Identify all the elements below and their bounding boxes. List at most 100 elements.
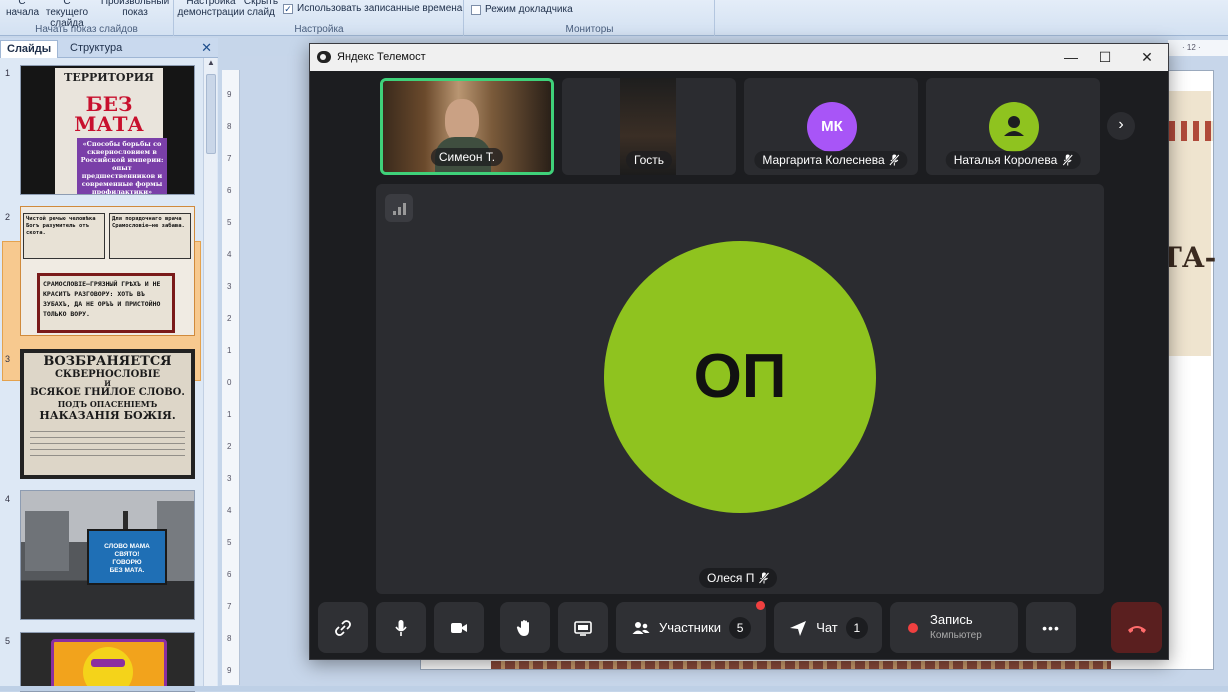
chevron-right-icon[interactable]: › — [1107, 112, 1135, 140]
participant-tile-margarita[interactable]: МК Маргарита Колеснева — [744, 78, 918, 175]
copy-link-button[interactable] — [318, 602, 368, 653]
tab-outline[interactable]: Структура — [64, 40, 128, 58]
ribbon-group-label: Настройка — [294, 24, 344, 35]
ruler-mark: 4 — [227, 250, 232, 259]
checkbox-checked-icon: ✓ — [283, 3, 293, 14]
slide-3-line-3: И — [104, 379, 111, 388]
presenter-mode-checkbox[interactable]: Режим докладчика — [471, 4, 573, 15]
scroll-thumb[interactable] — [206, 74, 216, 154]
avatar: МК — [807, 102, 857, 152]
participant-name: Гость — [625, 151, 673, 169]
minimize-icon[interactable]: — — [1056, 47, 1086, 67]
from-start-button[interactable]: С начала — [6, 0, 39, 18]
user-icon — [1004, 116, 1024, 136]
vertical-ruler: 9 8 7 6 5 4 3 2 1 0 1 2 3 4 5 6 7 8 9 — [222, 70, 240, 685]
scroll-up-icon[interactable]: ▲ — [204, 58, 218, 72]
slide-thumb-2[interactable]: Чистой речью человѣка Богъ разумитель от… — [20, 206, 195, 336]
ruler-mark: 8 — [227, 634, 232, 643]
slide-3-line-4: ВСЯКОЕ ГНИЛОЕ СЛОВО. — [30, 387, 185, 398]
ruler-mark: 3 — [227, 474, 232, 483]
panel-tabs: Слайды Структура ✕ — [0, 38, 218, 58]
telemost-window: Яндекс Телемост — ☐ ✕ Симеон Т. Гость МК… — [309, 43, 1169, 660]
billboard-text-4: БЕЗ МАТА. — [109, 567, 145, 574]
tab-slides[interactable]: Слайды — [0, 40, 59, 58]
ruler-mark: 7 — [227, 602, 232, 611]
participant-tile-natalia[interactable]: Наталья Королева — [926, 78, 1100, 175]
record-dot-icon — [908, 622, 918, 633]
microphone-button[interactable] — [376, 602, 426, 653]
participant-name: Наталья Королева — [945, 151, 1081, 169]
participant-name: Маргарита Колеснева — [754, 151, 908, 169]
mic-off-icon — [1061, 154, 1073, 166]
chat-label: Чат — [816, 620, 838, 635]
ruler-mark: 8 — [227, 122, 232, 131]
participants-button[interactable]: Участники 5 — [616, 601, 766, 653]
ruler-mark: 3 — [227, 282, 232, 291]
slide-2-text-a: Чистой речью человѣка Богъ разумитель от… — [23, 213, 105, 259]
ruler-mark: 5 — [227, 218, 232, 227]
window-title: Яндекс Телемост — [337, 51, 426, 63]
record-label: Запись — [930, 611, 973, 627]
avatar — [989, 102, 1039, 152]
slide-number: 5 — [5, 636, 11, 646]
link-icon — [335, 619, 351, 636]
panel-scrollbar[interactable]: ▲ — [203, 58, 217, 691]
slide-thumb-5[interactable] — [20, 632, 195, 692]
participant-name-text: Симеон Т. — [438, 150, 496, 164]
use-timings-checkbox[interactable]: ✓ Использовать записанные времена — [283, 3, 462, 14]
speaker-view: ОП Олеся П — [376, 184, 1104, 594]
poster-title: ТЕРРИТОРИЯ — [64, 71, 154, 84]
slide-3-line-5: ПОДЪ ОПАСЕНІЕМЪ — [57, 399, 158, 409]
status-bar — [0, 686, 1228, 691]
microphone-icon — [395, 619, 407, 636]
slide-1-caption: «Способы борьбы со сквернословием в Росс… — [77, 138, 167, 194]
participant-tile-simeon[interactable]: Симеон Т. — [380, 78, 554, 175]
ruler-mark: 7 — [227, 154, 232, 163]
billboard: СЛОВО МАМА СВЯТО! ГОВОРЮ БЕЗ МАТА. — [87, 529, 167, 585]
ruler-mark: 9 — [227, 666, 232, 675]
slide-2-text-b: Для порядочнаго врача Срамословіе—не заб… — [109, 213, 191, 259]
mic-off-icon — [759, 572, 770, 584]
close-icon[interactable]: ✕ — [1132, 47, 1162, 67]
chat-button[interactable]: Чат 1 — [774, 602, 882, 653]
raise-hand-button[interactable] — [500, 602, 550, 653]
speaker-name-badge: Олеся П — [699, 568, 778, 588]
ribbon-group-label: Начать показ слайдов — [35, 24, 138, 35]
slide-thumb-1[interactable]: ТЕРРИТОРИЯ БЕЗ МАТА «Способы борьбы со с… — [20, 65, 195, 195]
billboard-text-1: СЛОВО МАМА — [104, 543, 150, 550]
slide-image-text: ТА- — [1161, 241, 1217, 274]
ribbon-group-monitors: Режим докладчика Мониторы — [465, 0, 715, 36]
ruler-mark: 9 — [227, 90, 232, 99]
participants-label: Участники — [658, 620, 722, 635]
ruler-mark: 6 — [227, 570, 232, 579]
participant-tile-guest[interactable]: Гость — [562, 78, 736, 175]
slide-5-glasses — [91, 659, 125, 667]
hang-up-button[interactable] — [1111, 602, 1162, 653]
participant-name-text: Гость — [633, 153, 665, 167]
record-button[interactable]: Запись Компьютер — [890, 602, 1018, 653]
building-left — [25, 511, 69, 571]
speaker-name: Олеся П — [707, 571, 755, 585]
participants-icon — [632, 621, 650, 634]
custom-show-button[interactable]: Произвольный показ — [98, 0, 172, 18]
maximize-icon[interactable]: ☐ — [1090, 47, 1120, 67]
slide-2-text-c: СРАМОСЛОВІЕ—ГРЯЗНЫЙ ГРѢХЪ И НЕ КРАСИТЪ Р… — [37, 273, 175, 333]
slide-thumb-3[interactable]: ВОЗБРАНЯЕТСЯ СКВЕРНОСЛОВІЕ И ВСЯКОЕ ГНИЛ… — [20, 349, 195, 479]
telemost-titlebar: Яндекс Телемост — ☐ ✕ — [310, 44, 1168, 71]
slide-thumb-4[interactable]: СЛОВО МАМА СВЯТО! ГОВОРЮ БЕЗ МАТА. — [20, 490, 195, 620]
slide-3-line-6: НАКАЗАНІЯ БОЖІЯ. — [39, 409, 176, 422]
hide-slide-button[interactable]: Скрыть слайд — [243, 0, 279, 18]
ruler-mark: 4 — [227, 506, 232, 515]
mic-off-icon — [889, 154, 900, 166]
signal-strength-icon[interactable] — [385, 194, 413, 222]
camera-button[interactable] — [434, 602, 484, 653]
more-options-button[interactable]: ••• — [1026, 602, 1076, 653]
setup-show-button[interactable]: Настройка демонстрации — [177, 0, 245, 18]
use-timings-label: Использовать записанные времена — [297, 3, 463, 14]
ribbon-group-setup: Настройка демонстрации Скрыть слайд ✓ Ис… — [175, 0, 464, 36]
hand-icon — [516, 619, 529, 636]
screen-share-button[interactable] — [558, 602, 608, 653]
billboard-text-3: ГОВОРЮ — [112, 559, 142, 566]
close-panel-icon[interactable]: ✕ — [201, 40, 212, 56]
notification-dot — [756, 601, 765, 610]
